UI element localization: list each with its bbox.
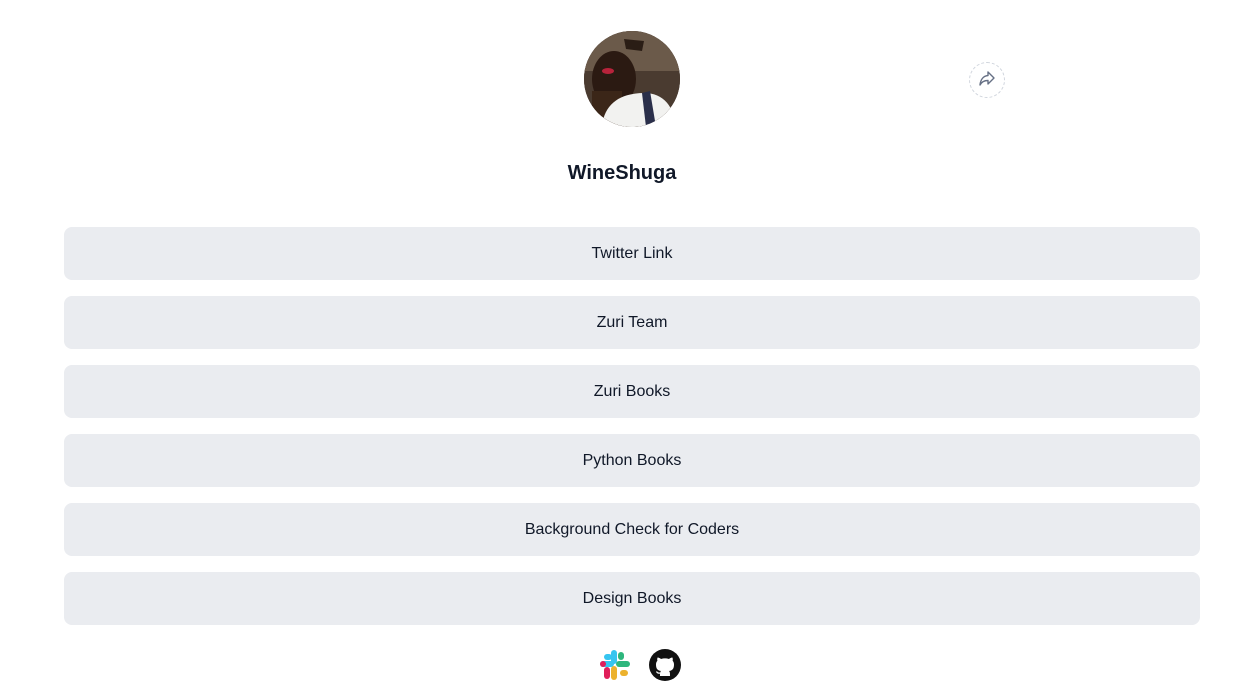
link-label: Design Books <box>582 589 682 607</box>
share-button[interactable] <box>969 62 1005 98</box>
link-label: Zuri Team <box>596 313 668 331</box>
avatar <box>584 31 680 127</box>
twitter-link-button[interactable]: Twitter Link <box>64 227 1200 280</box>
share-arrow-icon <box>977 68 997 93</box>
slack-icon[interactable] <box>598 648 632 682</box>
design-books-button[interactable]: Design Books <box>64 572 1200 625</box>
zuri-books-button[interactable]: Zuri Books <box>64 365 1200 418</box>
profile-name: WineShuga <box>567 162 677 184</box>
link-label: Zuri Books <box>593 382 671 400</box>
links-list: Twitter Link Zuri Team Zuri Books Python… <box>64 227 1200 625</box>
social-icons <box>598 648 682 682</box>
github-icon[interactable] <box>648 648 682 682</box>
zuri-team-button[interactable]: Zuri Team <box>64 296 1200 349</box>
python-books-button[interactable]: Python Books <box>64 434 1200 487</box>
link-label: Twitter Link <box>591 244 673 262</box>
link-label: Background Check for Coders <box>524 520 740 538</box>
link-label: Python Books <box>582 451 682 469</box>
background-check-button[interactable]: Background Check for Coders <box>64 503 1200 556</box>
profile-page: WineShuga Twitter Link Zuri Team Zuri Bo… <box>0 0 1244 694</box>
